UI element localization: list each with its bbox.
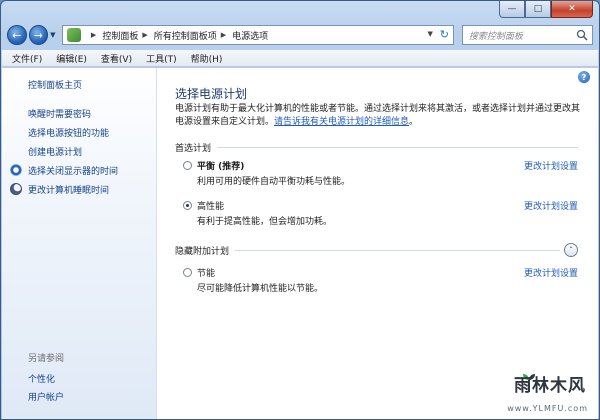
- group-title: 隐藏附加计划: [175, 246, 230, 257]
- sidebar-item-power-buttons[interactable]: 选择电源按钮的功能: [2, 123, 156, 142]
- sidebar-item-personalization[interactable]: 个性化: [2, 369, 156, 387]
- menu-view[interactable]: 查看(V): [101, 52, 132, 65]
- explorer-window: — □ ✕ ← → ▼ ▶ 控制面板 ▶ 所有控制面板项 ▶ 电源选项 ▼ ↻: [0, 0, 600, 420]
- control-panel-home-link[interactable]: 控制面板主页: [28, 78, 82, 91]
- sidebar-item-label: 唤醒时需要密码: [28, 110, 92, 120]
- sidebar-item-create-plan[interactable]: 创建电源计划: [2, 142, 156, 161]
- menu-edit[interactable]: 编辑(E): [56, 52, 87, 65]
- menu-file[interactable]: 文件(F): [12, 52, 42, 65]
- preferred-plans-header: 首选计划: [175, 141, 578, 154]
- control-panel-icon: [66, 28, 81, 42]
- breadcrumb-item[interactable]: 控制面板 ▶: [102, 29, 153, 42]
- sidebar-item-display-off[interactable]: 选择关闭显示器的时间: [2, 161, 156, 180]
- back-button[interactable]: ←: [7, 25, 27, 45]
- menu-help[interactable]: 帮助(H): [191, 52, 223, 65]
- chevron-right-icon: ▶: [142, 31, 148, 39]
- plan-radio-selected[interactable]: [183, 200, 192, 210]
- description-end: 。: [409, 117, 419, 127]
- chevron-up-icon[interactable]: ˆ: [564, 243, 578, 257]
- address-dropdown-icon[interactable]: ▼: [428, 30, 433, 38]
- plan-radio[interactable]: [183, 160, 192, 170]
- plan-description: 尽可能降低计算机性能以节能。: [197, 284, 324, 294]
- plan-name[interactable]: 节能: [197, 266, 215, 279]
- breadcrumb-root[interactable]: ▶: [87, 31, 102, 39]
- group-title: 首选计划: [175, 144, 212, 154]
- sidebar-item-require-password[interactable]: 唤醒时需要密码: [2, 104, 156, 123]
- menu-bar: 文件(F) 编辑(E) 查看(V) 工具(T) 帮助(H): [2, 50, 598, 67]
- page-description: 电源计划有助于最大化计算机的性能或者节能。通过选择计划来将其激活，或者选择计划并…: [175, 103, 580, 129]
- sidebar-item-label: 创建电源计划: [28, 148, 83, 158]
- sidebar-item-label: 更改计算机睡眠时间: [28, 186, 110, 196]
- chevron-right-icon: ▶: [220, 31, 227, 39]
- sidebar-item-label: 个性化: [28, 374, 56, 385]
- search-input[interactable]: 搜索控制面板: [461, 25, 593, 45]
- divider: [235, 249, 560, 251]
- hidden-plans-header[interactable]: 隐藏附加计划 ˆ: [175, 243, 578, 257]
- power-plan-info-link[interactable]: 请告诉我有关电源计划的详细信息: [274, 117, 409, 127]
- breadcrumb-item[interactable]: 所有控制面板项 ▶: [154, 29, 232, 42]
- plan-name[interactable]: 平衡 (推荐): [197, 159, 244, 172]
- refresh-icon[interactable]: ↻: [440, 28, 449, 41]
- content-area: 控制面板主页 唤醒时需要密码 选择电源按钮的功能 创建电源计划 选择关闭显示器的…: [2, 68, 598, 419]
- maximize-button[interactable]: □: [525, 1, 551, 18]
- breadcrumb-item[interactable]: 电源选项: [232, 29, 268, 42]
- watermark: 雨林木风 www.YLMFU.com: [472, 371, 592, 415]
- help-icon[interactable]: ?: [578, 71, 590, 83]
- moon-icon: [10, 183, 22, 195]
- plan-description: 利用可用的硬件自动平衡功耗与性能。: [197, 177, 351, 187]
- watermark-url: www.YLMFU.com: [507, 404, 588, 413]
- close-button[interactable]: ✕: [551, 1, 593, 18]
- minimize-button[interactable]: —: [499, 1, 525, 18]
- change-plan-settings-link[interactable]: 更改计划设置: [524, 159, 578, 172]
- search-placeholder: 搜索控制面板: [468, 31, 523, 42]
- plan-radio[interactable]: [183, 267, 192, 277]
- breadcrumb-label: 所有控制面板项: [153, 31, 217, 42]
- clock-icon: [10, 164, 22, 176]
- page-title: 选择电源计划: [175, 87, 248, 101]
- sidebar-item-sleep-time[interactable]: 更改计算机睡眠时间: [2, 180, 156, 199]
- plan-high-performance: 高性能 更改计划设置 有利于提高性能，但会增加功耗。: [183, 198, 578, 227]
- divider: [217, 147, 578, 148]
- search-icon[interactable]: [576, 29, 588, 41]
- see-also-list: 个性化 用户帐户: [2, 369, 156, 405]
- task-list: 唤醒时需要密码 选择电源按钮的功能 创建电源计划 选择关闭显示器的时间 更改计算…: [2, 104, 156, 199]
- main-pane: ? 选择电源计划 电源计划有助于最大化计算机的性能或者节能。通过选择计划来将其激…: [157, 68, 598, 419]
- sidebar-item-label: 用户帐户: [28, 392, 65, 403]
- address-bar[interactable]: ▶ 控制面板 ▶ 所有控制面板项 ▶ 电源选项 ▼ ↻: [61, 25, 454, 45]
- see-also-heading: 另请参阅: [28, 354, 65, 364]
- change-plan-settings-link[interactable]: 更改计划设置: [524, 266, 578, 279]
- breadcrumb-label: 电源选项: [232, 31, 269, 42]
- plan-power-saver: 节能 更改计划设置 尽可能降低计算机性能以节能。: [183, 265, 578, 294]
- breadcrumb-label: 控制面板: [102, 31, 139, 42]
- caption-buttons: — □ ✕: [499, 1, 593, 19]
- plan-description: 有利于提高性能，但会增加功耗。: [197, 217, 333, 227]
- recent-pages-dropdown-icon[interactable]: ▼: [50, 31, 60, 39]
- task-pane: 控制面板主页 唤醒时需要密码 选择电源按钮的功能 创建电源计划 选择关闭显示器的…: [2, 68, 157, 419]
- change-plan-settings-link[interactable]: 更改计划设置: [524, 199, 578, 212]
- sidebar-item-user-accounts[interactable]: 用户帐户: [2, 387, 156, 405]
- navigation-bar: ← → ▼ ▶ 控制面板 ▶ 所有控制面板项 ▶ 电源选项 ▼ ↻ 搜索控制面板: [7, 23, 593, 47]
- watermark-brand: 雨林木风: [514, 376, 586, 396]
- sidebar-item-label: 选择关闭显示器的时间: [28, 167, 119, 177]
- menu-tools[interactable]: 工具(T): [146, 52, 177, 65]
- plan-name[interactable]: 高性能: [197, 199, 224, 212]
- plan-balanced: 平衡 (推荐) 更改计划设置 利用可用的硬件自动平衡功耗与性能。: [183, 158, 578, 187]
- chevron-right-icon: ▶: [90, 31, 97, 39]
- forward-button[interactable]: →: [28, 25, 49, 45]
- sidebar-item-label: 选择电源按钮的功能: [28, 129, 110, 139]
